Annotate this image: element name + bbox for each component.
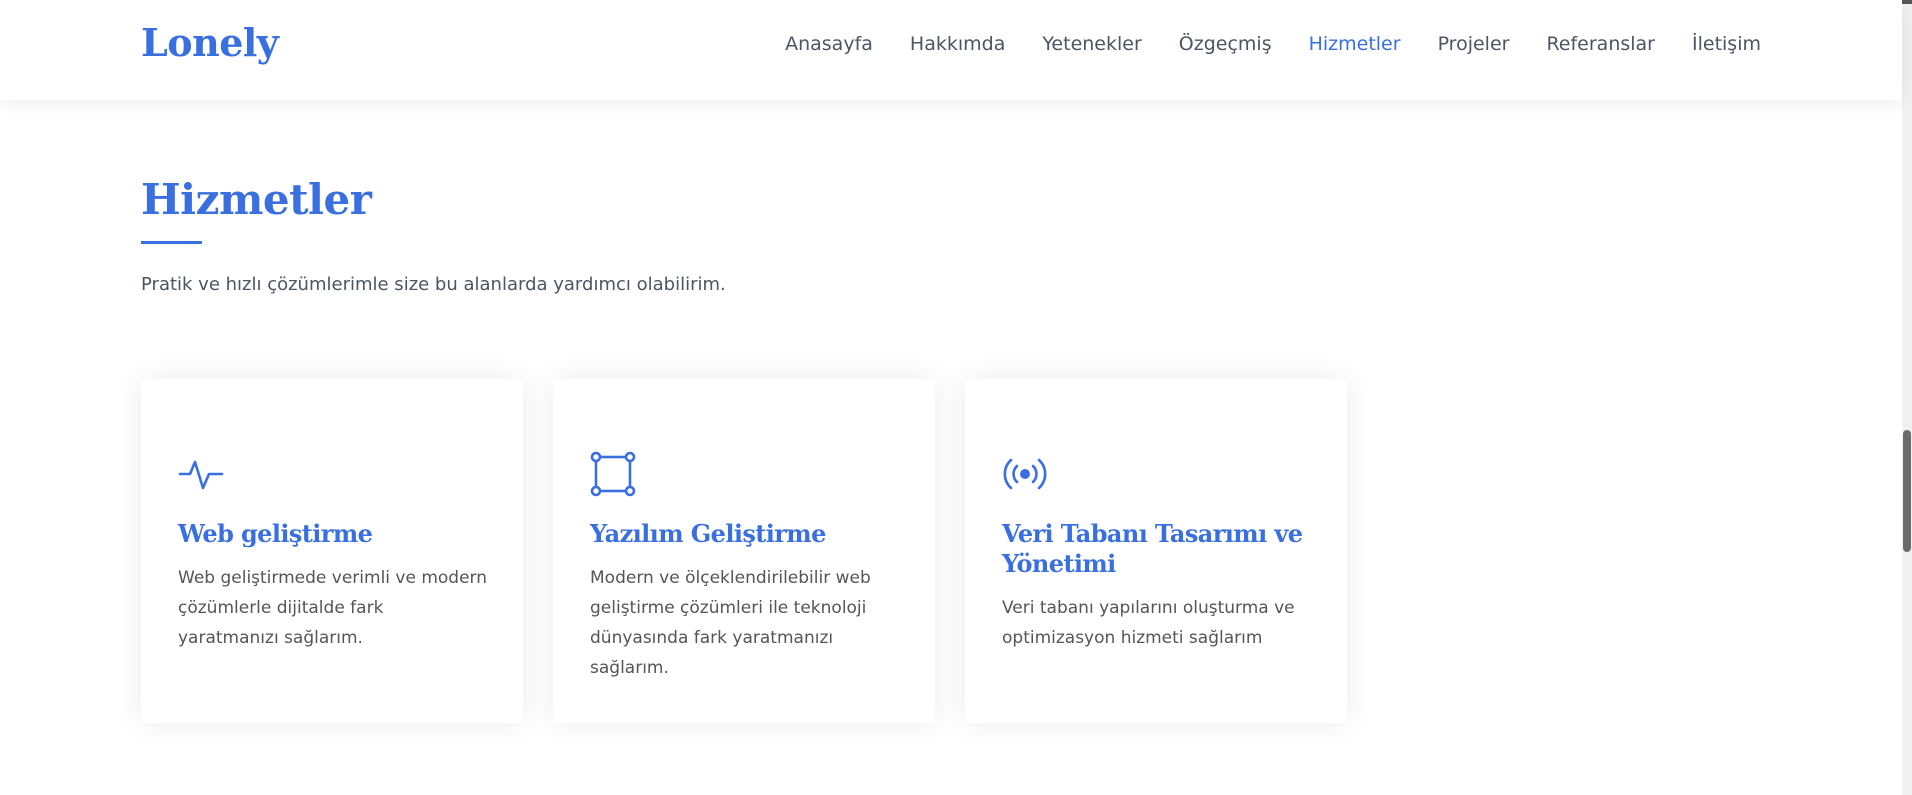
nav-item-yetenekler[interactable]: Yetenekler [1042,30,1141,58]
scrollbar-thumb[interactable] [1903,430,1911,552]
page-scrollbar[interactable] [1902,0,1912,795]
service-description: Web geliştirmede verimli ve modern çözüm… [178,568,488,648]
broadcast-icon [1003,458,1047,490]
service-card-software[interactable]: Yazılım Geliştirme Modern ve ölçeklendir… [553,379,935,723]
activity-icon [178,460,224,490]
section-title: Hizmetler [141,175,372,224]
nav-item-projeler[interactable]: Projeler [1438,30,1510,58]
main-nav: Anasayfa Hakkımda Yetenekler Özgeçmiş Hi… [748,30,1761,58]
nav-item-hizmetler[interactable]: Hizmetler [1309,30,1401,58]
nav-item-referanslar[interactable]: Referanslar [1546,30,1655,58]
service-description: Modern ve ölçeklendirilebilir web gelişt… [590,568,871,678]
service-card-web[interactable]: Web geliştirme Web geliştirmede verimli … [141,379,523,723]
service-description: Veri tabanı yapılarını oluşturma ve opti… [1002,598,1295,648]
bounding-box-icon [590,451,636,497]
services-section-header: Hizmetler Pratik ve hızlı çözümlerimle s… [141,170,726,297]
service-title: Web geliştirme [178,519,373,548]
site-header: Lonely Anasayfa Hakkımda Yetenekler Özge… [0,0,1902,100]
nav-item-iletisim[interactable]: İletişim [1692,30,1761,58]
services-cards: Web geliştirme Web geliştirmede verimli … [141,379,1347,723]
section-subtitle: Pratik ve hızlı çözümlerimle size bu ala… [141,274,726,295]
nav-item-hakkimda[interactable]: Hakkımda [910,30,1005,58]
title-underline [141,241,202,244]
service-title: Veri Tabanı Tasarımı ve Yönetimi [1002,519,1303,578]
site-logo[interactable]: Lonely [141,20,279,65]
nav-item-anasayfa[interactable]: Anasayfa [785,30,873,58]
scrollbar-top-mark [1902,0,1912,4]
service-card-database[interactable]: Veri Tabanı Tasarımı ve Yönetimi Veri ta… [965,379,1347,723]
service-title: Yazılım Geliştirme [590,519,826,548]
page: Lonely Anasayfa Hakkımda Yetenekler Özge… [0,0,1912,795]
nav-item-ozgecmis[interactable]: Özgeçmiş [1179,30,1272,58]
